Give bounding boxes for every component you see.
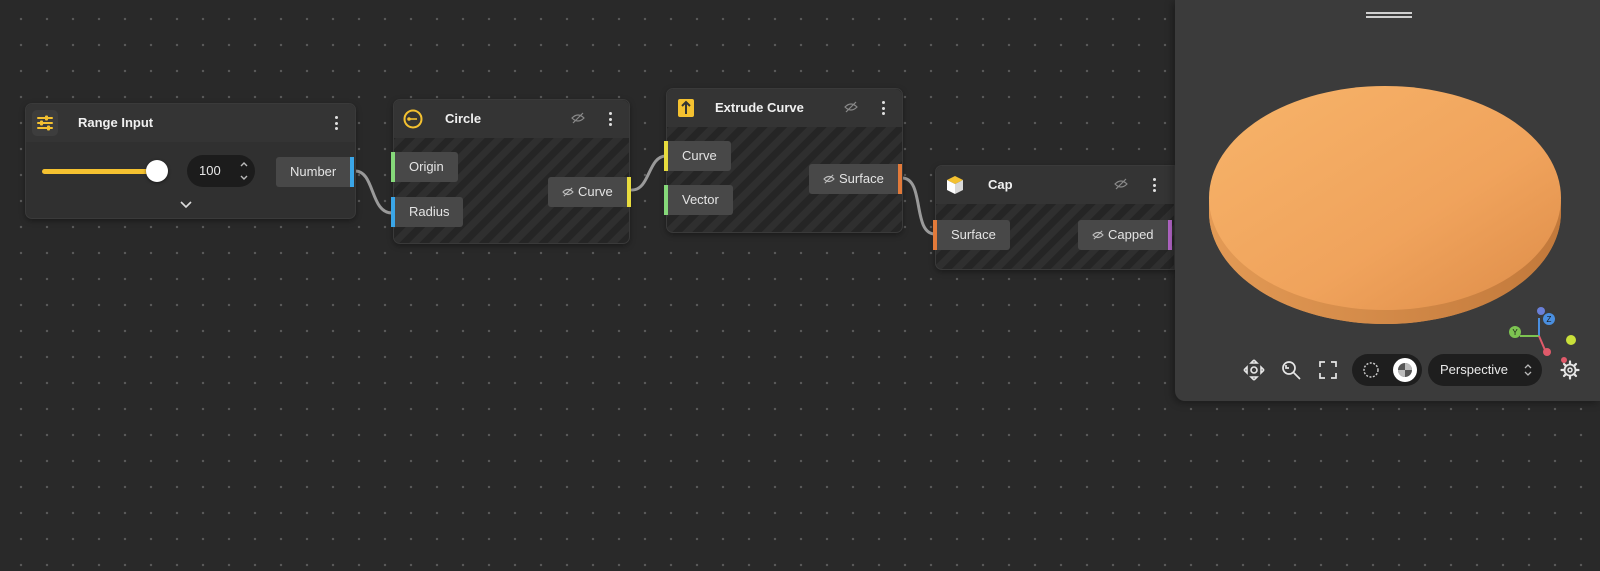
- wireframe-mode-icon[interactable]: [1359, 358, 1383, 382]
- input-port-surface[interactable]: Surface: [933, 220, 1010, 250]
- wire-surface-to-surface: [900, 176, 937, 236]
- range-slider-thumb[interactable]: [146, 160, 168, 182]
- node-header[interactable]: Extrude Curve: [667, 89, 902, 127]
- chevron-updown-icon: [1524, 364, 1532, 376]
- range-value: 100: [199, 163, 221, 178]
- sliders-icon: [32, 110, 58, 136]
- chevron-down-icon[interactable]: [179, 200, 193, 210]
- node-circle[interactable]: Circle Origin Radius Curve: [391, 99, 631, 244]
- output-port-curve[interactable]: Curve: [548, 177, 631, 207]
- wire-curve-to-curve: [630, 154, 668, 192]
- input-port-vector[interactable]: Vector: [664, 185, 733, 215]
- node-title: Cap: [988, 177, 1013, 192]
- node-header[interactable]: Range Input: [26, 104, 355, 142]
- settings-gear-icon[interactable]: [1558, 358, 1582, 382]
- viewport-panel[interactable]: Z Y Perspective: [1175, 0, 1600, 401]
- input-port-origin[interactable]: Origin: [391, 152, 458, 182]
- axis-x-handle: [1566, 335, 1576, 345]
- range-value-input[interactable]: 100: [187, 155, 255, 187]
- node-header[interactable]: Circle: [394, 100, 629, 138]
- more-menu-icon[interactable]: [1147, 175, 1161, 195]
- axis-z-label: Z: [1547, 315, 1552, 324]
- output-port-number[interactable]: Number: [276, 157, 355, 187]
- output-port-surface[interactable]: Surface: [809, 164, 902, 194]
- eye-off-icon[interactable]: [844, 101, 858, 113]
- render-mode-toggle[interactable]: [1352, 354, 1422, 386]
- camera-mode-select[interactable]: Perspective: [1428, 354, 1542, 386]
- circle-origin-icon: [400, 106, 426, 132]
- more-menu-icon[interactable]: [603, 109, 617, 129]
- zoom-reset-icon[interactable]: [1279, 358, 1303, 382]
- cube-cap-icon: [942, 172, 968, 198]
- eye-off-icon[interactable]: [571, 112, 585, 124]
- more-menu-icon[interactable]: [329, 113, 343, 133]
- wire-number-to-radius: [353, 169, 394, 215]
- node-title: Circle: [445, 111, 482, 126]
- camera-mode-label: Perspective: [1440, 362, 1508, 377]
- node-range-input[interactable]: Range Input 100 Number: [25, 103, 356, 219]
- node-title: Range Input: [78, 115, 154, 130]
- eye-off-icon: [823, 174, 835, 184]
- more-menu-icon[interactable]: [876, 98, 890, 118]
- eye-off-icon: [1092, 230, 1104, 240]
- node-header[interactable]: Cap: [936, 166, 1174, 204]
- range-slider-track[interactable]: [42, 169, 157, 174]
- viewport-3d-scene[interactable]: Z Y: [1175, 0, 1600, 401]
- eye-off-icon[interactable]: [1114, 178, 1128, 190]
- orbit-icon[interactable]: [1242, 358, 1266, 382]
- node-title: Extrude Curve: [715, 100, 804, 115]
- shaded-mode-icon[interactable]: [1393, 358, 1417, 382]
- axis-y-label: Y: [1512, 328, 1518, 337]
- input-port-curve[interactable]: Curve: [664, 141, 731, 171]
- output-port-capped[interactable]: Capped: [1078, 220, 1172, 250]
- model-cylinder: [1209, 86, 1561, 324]
- stepper-arrows-icon[interactable]: [239, 159, 249, 183]
- extrude-icon: [673, 95, 699, 121]
- fit-view-icon[interactable]: [1316, 358, 1340, 382]
- input-port-radius[interactable]: Radius: [391, 197, 464, 227]
- eye-off-icon: [562, 187, 574, 197]
- node-extrude-curve[interactable]: Extrude Curve Curve Vector Surface: [664, 88, 903, 233]
- node-cap[interactable]: Cap Surface Capped: [933, 165, 1175, 270]
